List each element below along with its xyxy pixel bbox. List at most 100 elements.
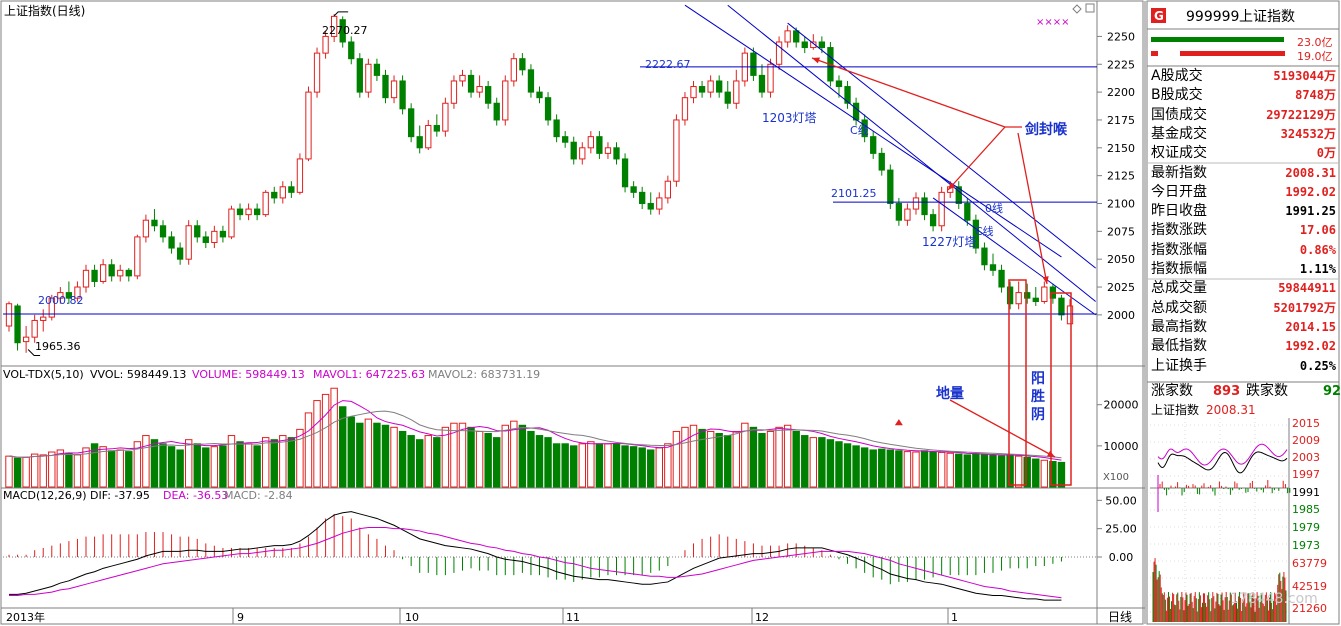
candle-down xyxy=(878,152,885,171)
price-tick-label: 2100 xyxy=(1107,197,1135,210)
candle-up xyxy=(365,63,372,93)
volume-bar-up xyxy=(424,435,432,488)
macd-tick-label: 25.00 xyxy=(1105,523,1137,536)
lighthouse-1203-label: 1203灯塔 xyxy=(762,111,817,125)
price-tick-label: 2075 xyxy=(1107,225,1135,238)
period-label[interactable]: 日线 xyxy=(1108,610,1132,624)
candle-down xyxy=(818,41,826,49)
macd-tick-label: 0.00 xyxy=(1109,551,1134,564)
candle-up xyxy=(296,158,304,193)
rise-count-label: 涨家数 xyxy=(1151,382,1193,399)
volume-layer xyxy=(5,387,1066,488)
volume-bar-down xyxy=(972,453,980,488)
mini-axis-label: 63779 xyxy=(1292,557,1327,570)
volume-bar-up xyxy=(142,435,150,488)
mini-axis-label: 1973 xyxy=(1292,539,1320,552)
volume-bar-down xyxy=(638,447,646,488)
volume-bar-down xyxy=(852,445,860,488)
watermark: 178448.com xyxy=(1230,591,1318,607)
trendline-c-lower xyxy=(787,22,1096,269)
candle-up xyxy=(313,52,321,93)
candle-down xyxy=(527,69,535,93)
quote-row: A股成交 5193044万 xyxy=(1148,67,1339,86)
candle-down xyxy=(921,197,928,216)
candle-down xyxy=(356,58,363,93)
candle-down xyxy=(613,147,620,160)
volume-bar-up xyxy=(912,451,920,488)
candle-up xyxy=(784,30,791,43)
volume-bar-down xyxy=(544,437,552,488)
volume-bar-down xyxy=(869,449,877,488)
volume-bar-up xyxy=(116,449,124,488)
volume-bar-up xyxy=(30,453,39,488)
candle-up xyxy=(767,63,774,93)
volume-bar-up xyxy=(39,454,47,488)
quote-row: 总成交额 5201792万 xyxy=(1148,299,1339,318)
price-tick-label: 2025 xyxy=(1107,281,1135,294)
volume-bar-down xyxy=(65,452,73,488)
candle-up xyxy=(390,80,398,99)
vol-vvol: VVOL: 598449.13 xyxy=(90,368,186,381)
volume-bar-up xyxy=(184,439,193,488)
candle-down xyxy=(1032,297,1039,303)
candle-down xyxy=(647,202,654,210)
high-marker xyxy=(333,11,349,17)
candle-up xyxy=(690,86,697,99)
x-label-dec: 12 xyxy=(755,611,769,624)
x-axis-labels: 2013年 9 10 11 12 1 xyxy=(6,610,958,624)
candle-up xyxy=(142,219,150,238)
candle-down xyxy=(288,186,295,193)
candle-down xyxy=(91,269,98,282)
volume-bar-down xyxy=(561,443,569,488)
x-label-2013: 2013年 xyxy=(6,610,45,624)
marker-stars: ×××× xyxy=(1036,17,1070,28)
candle-up xyxy=(31,319,38,338)
volume-bar-down xyxy=(629,446,638,488)
volume-bar-up xyxy=(210,446,219,488)
volume-bar-up xyxy=(578,443,586,488)
quote-row-label: 昨日收盘 xyxy=(1151,203,1207,220)
candle-up xyxy=(604,147,612,154)
candle-up xyxy=(279,186,286,199)
panel-bar-up xyxy=(1151,37,1284,42)
candle-down xyxy=(1006,286,1014,305)
quote-row: 基金成交 324532万 xyxy=(1148,125,1339,144)
volume-bar-down xyxy=(980,453,989,488)
candle-down xyxy=(870,136,877,154)
quote-row-value: 324532万 xyxy=(1280,126,1336,141)
volume-bar-up xyxy=(321,393,330,488)
macd-dea: DEA: -36.53 xyxy=(163,489,228,502)
volume-bar-up xyxy=(458,422,467,488)
quote-row-value: 8748万 xyxy=(1295,88,1336,103)
volume-bar-down xyxy=(373,422,381,488)
volume-bar-up xyxy=(903,451,912,488)
candle-down xyxy=(895,202,903,221)
candle-up xyxy=(1015,292,1022,305)
candle-down xyxy=(801,41,808,49)
volume-bar-up xyxy=(1040,459,1049,488)
candle-up xyxy=(99,264,107,282)
candle-down xyxy=(981,247,988,266)
volume-bar-down xyxy=(878,448,886,488)
quote-row-label: 总成交量 xyxy=(1151,280,1207,297)
candle-up xyxy=(459,74,466,82)
quote-row-label: 最高指数 xyxy=(1151,318,1207,335)
volume-bar-down xyxy=(749,426,758,488)
candle-down xyxy=(750,52,757,76)
quote-row: 国债成交 29722129万 xyxy=(1148,106,1339,125)
candle-down xyxy=(724,91,731,104)
volume-bar-down xyxy=(535,435,544,488)
volume-bar-down xyxy=(698,428,706,488)
quote-row-value: 1992.02 xyxy=(1285,339,1336,354)
volume-bar-down xyxy=(860,447,869,488)
quote-row: 权证成交 0万 xyxy=(1148,144,1339,163)
mini-axis-label: 1997 xyxy=(1292,468,1320,481)
volume-bar-down xyxy=(125,451,133,488)
volume-bar-down xyxy=(621,445,629,488)
volume-bar-down xyxy=(895,450,903,488)
price-annotations: 2270.27 1965.36 2222.67 2101.25 2000.82 … xyxy=(35,17,1070,353)
candle-down xyxy=(793,30,800,43)
volume-bar-up xyxy=(587,441,595,488)
volume-bar-up xyxy=(475,430,484,488)
maximize-icon xyxy=(1085,3,1095,13)
